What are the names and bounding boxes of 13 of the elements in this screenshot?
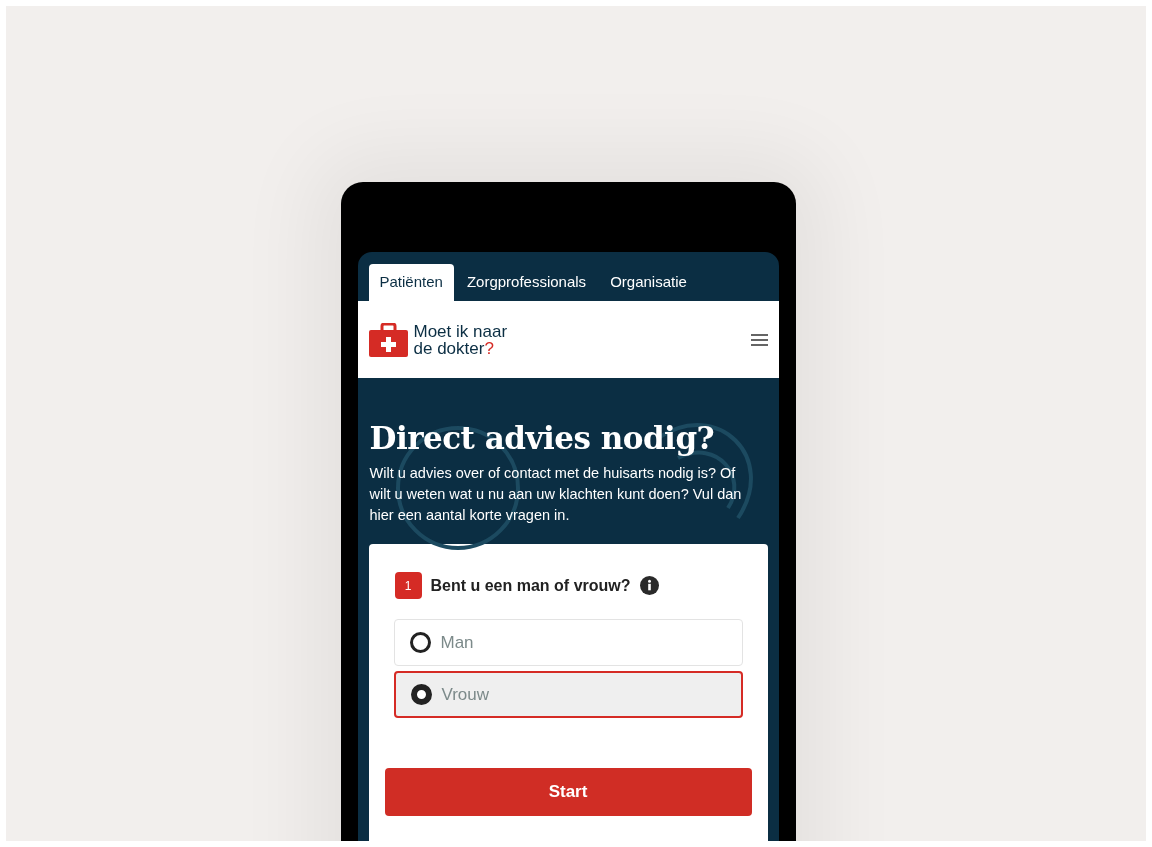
medical-kit-icon [368, 322, 408, 357]
site-logo-text[interactable]: Moet ik naar de dokter? [413, 322, 508, 357]
nav-tab[interactable]: Organisatie [599, 264, 698, 301]
nav-tab[interactable]: Zorgprofessionals [455, 264, 598, 301]
nav-tab[interactable]: Patiënten [368, 264, 454, 301]
info-icon[interactable] [639, 576, 659, 595]
hero-text: Wilt u advies over of contact met de huisarts nodig is? Of wilt u weten wat u nu aan uw klachten kunt doen? Vul dan hier een aantal korte vragen in. [369, 464, 743, 525]
question-number: 1 [394, 572, 422, 599]
question-label: Bent u een man of vrouw? [430, 575, 631, 596]
menu-icon[interactable] [750, 333, 768, 346]
radio-option[interactable]: Man [393, 619, 743, 666]
start-button[interactable]: Start [384, 768, 752, 816]
hero-title: Direct advies nodig? [369, 419, 716, 458]
